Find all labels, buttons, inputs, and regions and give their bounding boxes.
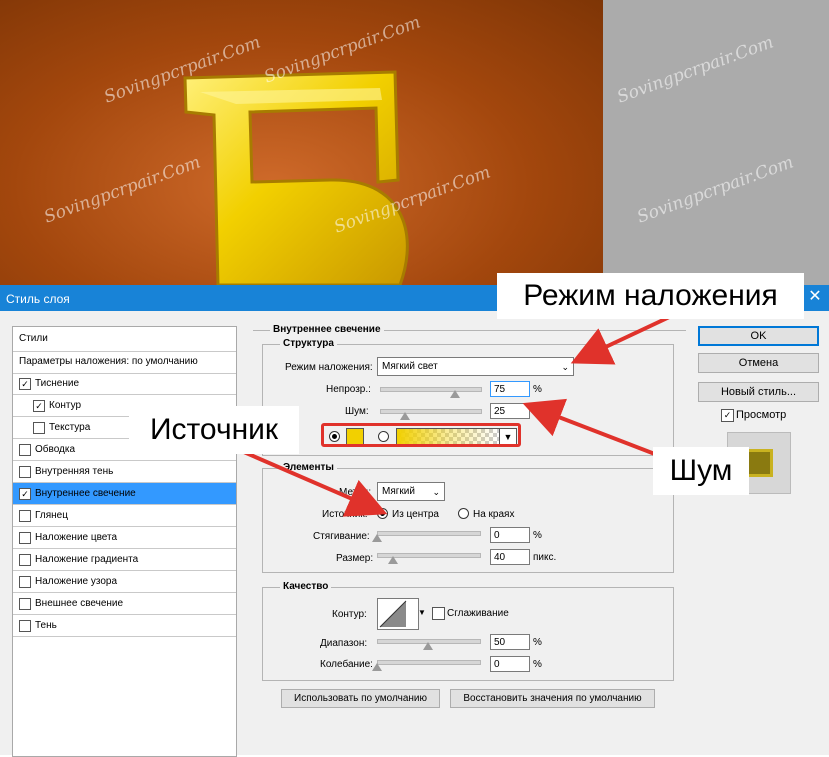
blend-mode-arrow xyxy=(570,310,681,365)
callout-blend-mode: Режим наложения xyxy=(497,273,804,319)
source-arrow xyxy=(229,444,388,517)
callout-noise: Шум xyxy=(653,447,749,495)
callout-source: Источник xyxy=(129,406,299,454)
annotation-arrows xyxy=(229,310,681,517)
noise-arrow xyxy=(522,398,661,458)
